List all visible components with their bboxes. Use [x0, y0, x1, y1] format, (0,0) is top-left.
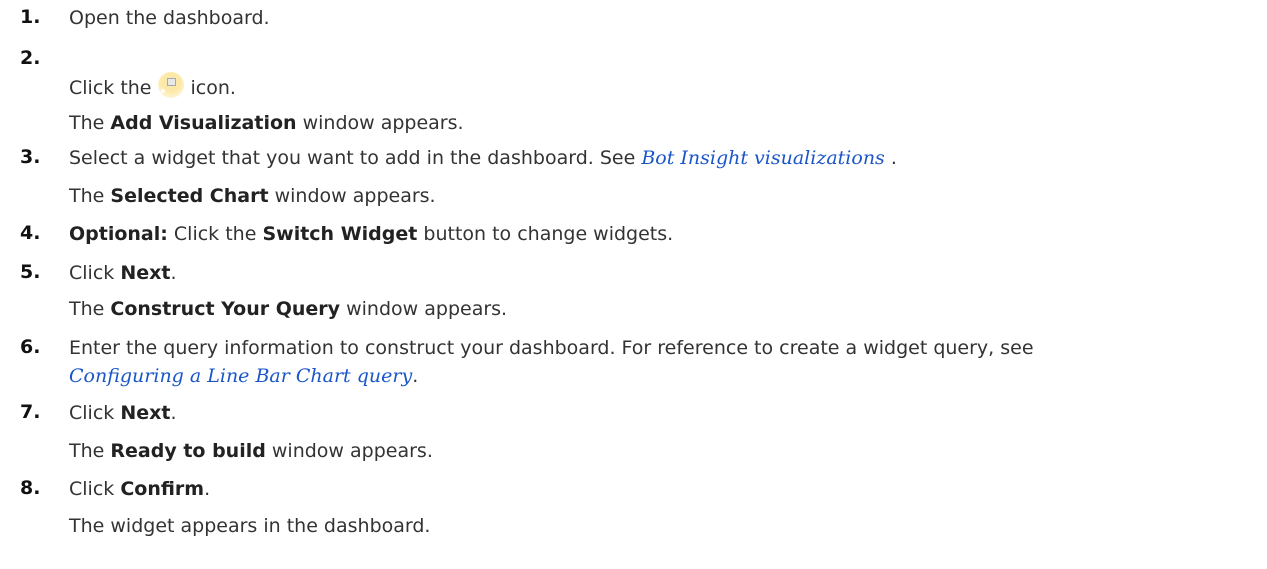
bot-insight-visualizations-link[interactable]: Bot Insight visualizations	[641, 147, 884, 169]
add-visualization-icon[interactable]	[157, 72, 184, 98]
step-number: 5.	[20, 261, 41, 283]
ui-element-name: Next	[120, 262, 171, 284]
step-text: Click Next.	[69, 402, 177, 424]
step-text: Click Confirm.	[69, 478, 211, 500]
ui-element-name: Confirm	[120, 478, 205, 500]
step-text: Optional: Click the Switch Widget button…	[69, 223, 674, 245]
step-number: 6.	[20, 336, 41, 358]
step-result: The Construct Your Query window appears.	[69, 298, 508, 320]
window-name: Ready to build	[110, 440, 266, 462]
step-result: The Selected Chart window appears.	[69, 185, 436, 207]
ui-element-name: Switch Widget	[262, 223, 418, 245]
step-result: The widget appears in the dashboard.	[69, 515, 431, 537]
step-8: 8. Click Confirm. The widget appears in …	[0, 0, 1267, 537]
optional-label: Optional:	[69, 223, 168, 245]
window-name: Selected Chart	[110, 185, 269, 207]
step-number: 7.	[20, 401, 41, 423]
step-number: 2.	[20, 47, 41, 69]
step-number: 8.	[20, 477, 41, 499]
step-text: Click the icon.	[69, 72, 236, 100]
step-text: Click Next.	[69, 262, 177, 284]
line-bar-chart-query-link[interactable]: Configuring a Line Bar Chart query	[69, 365, 412, 387]
window-name: Construct Your Query	[110, 298, 341, 320]
step-text: Enter the query information to construct…	[69, 337, 1034, 359]
step-number: 4.	[20, 222, 41, 244]
step-result: The Add Visualization window appears.	[69, 112, 464, 134]
step-number: 3.	[20, 146, 41, 168]
window-name: Add Visualization	[110, 112, 297, 134]
step-text: Select a widget that you want to add in …	[69, 147, 897, 169]
step-result: The Ready to build window appears.	[69, 440, 433, 462]
step-text-cont: Configuring a Line Bar Chart query.	[69, 365, 419, 387]
ui-element-name: Next	[120, 402, 171, 424]
